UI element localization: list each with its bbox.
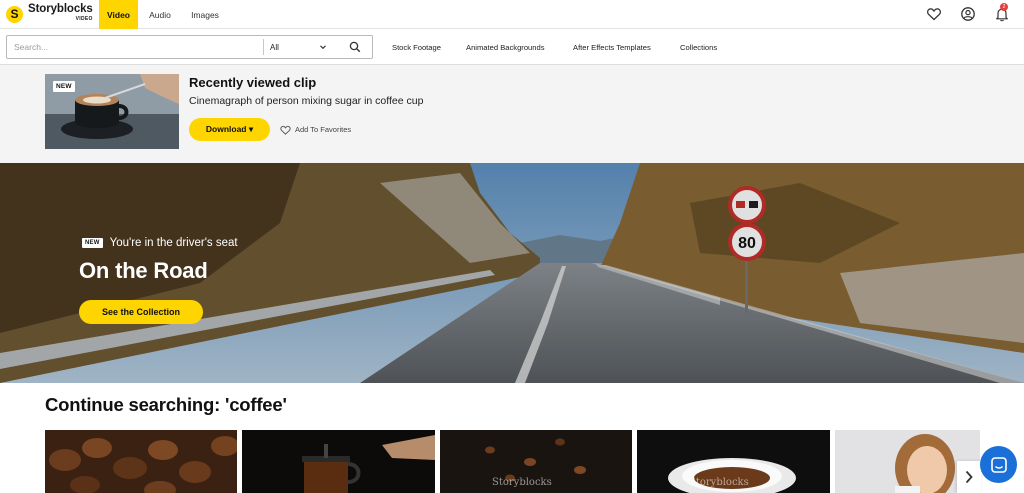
chat-icon: [990, 456, 1007, 473]
chat-button[interactable]: [980, 446, 1017, 483]
add-to-favorites-button[interactable]: Add To Favorites: [280, 123, 351, 136]
hero-label-text: You're in the driver's seat: [109, 237, 238, 249]
french-press-image: [242, 430, 435, 493]
logo-badge-icon: S: [6, 5, 23, 23]
download-button[interactable]: Download ▾: [189, 118, 270, 141]
tab-audio[interactable]: Audio: [140, 0, 180, 29]
logo-name: Storyblocks: [28, 3, 93, 15]
tab-video[interactable]: Video: [99, 0, 138, 29]
heart-outline-icon: [280, 125, 291, 135]
nav-after-effects-templates[interactable]: After Effects Templates: [573, 42, 651, 54]
coffee-result-thumbnail[interactable]: [242, 430, 435, 493]
recent-title: Recently viewed clip: [189, 75, 317, 90]
logo-sub: VIDEO: [75, 16, 93, 22]
coffee-beans-image: [45, 430, 237, 493]
media-type-select[interactable]: All: [263, 39, 331, 55]
search-box: All: [6, 35, 373, 59]
carousel-next-button[interactable]: [957, 461, 981, 493]
hero-label: NEW You're in the driver's seat: [82, 237, 238, 249]
search-input[interactable]: [7, 36, 262, 58]
search-button[interactable]: [341, 39, 369, 55]
recent-clip-thumbnail[interactable]: NEW: [45, 74, 179, 149]
see-the-collection-button[interactable]: See the Collection: [79, 300, 203, 324]
tab-images[interactable]: Images: [184, 0, 226, 29]
nav-animated-backgrounds[interactable]: Animated Backgrounds: [466, 42, 545, 54]
heart-icon[interactable]: [926, 6, 942, 22]
continue-searching-title: Continue searching: 'coffee': [45, 394, 287, 415]
coffee-result-thumbnail[interactable]: [45, 430, 237, 493]
chevron-down-icon: [320, 45, 326, 50]
notification-badge: 2: [1000, 3, 1008, 11]
storyblocks-watermark: Storyblocks: [689, 477, 749, 488]
thumbnail-new-tag: NEW: [53, 81, 75, 92]
recent-clip-name[interactable]: Cinemagraph of person mixing sugar in co…: [189, 95, 423, 107]
storyblocks-logo[interactable]: S Storyblocks VIDEO: [6, 3, 93, 25]
hero-title: On the Road: [79, 258, 208, 283]
nav-collections[interactable]: Collections: [680, 42, 717, 54]
account-icon[interactable]: [960, 6, 976, 22]
storyblocks-watermark: Storyblocks: [492, 477, 552, 488]
media-type-value: All: [270, 42, 279, 52]
coffee-result-thumbnail[interactable]: Storyblocks: [637, 430, 830, 493]
coffee-result-thumbnail[interactable]: Storyblocks: [440, 430, 632, 493]
chevron-right-icon: [965, 470, 973, 484]
search-icon: [349, 41, 361, 53]
top-nav: S Storyblocks VIDEO Video Audio Images 2: [0, 0, 1024, 29]
hero-new-tag: NEW: [82, 238, 103, 248]
add-to-favorites-label: Add To Favorites: [295, 125, 352, 134]
nav-stock-footage[interactable]: Stock Footage: [392, 42, 441, 54]
